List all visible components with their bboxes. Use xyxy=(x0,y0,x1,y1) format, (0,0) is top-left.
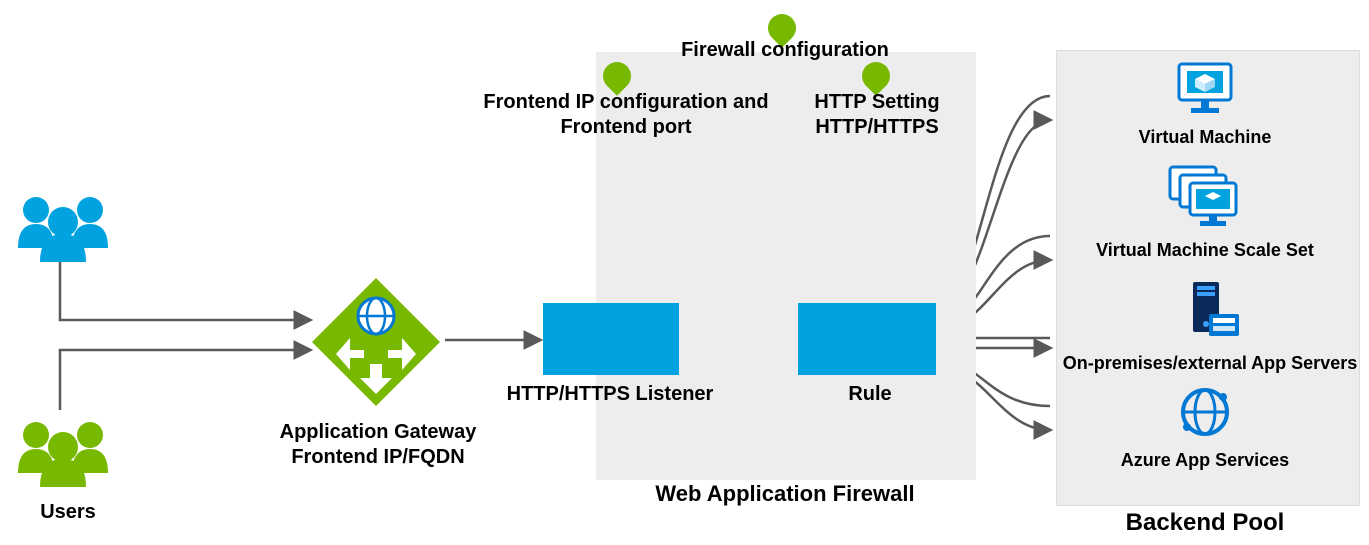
frontend-ip-label: Frontend IP configuration and Frontend p… xyxy=(466,90,786,140)
application-gateway-icon xyxy=(306,272,446,412)
backend-item-vmss-label: Virtual Machine Scale Set xyxy=(1060,240,1350,261)
http-setting-line2: HTTP/HTTPS xyxy=(815,116,938,138)
vmss-icon xyxy=(1166,165,1244,229)
waf-title: Web Application Firewall xyxy=(600,480,970,508)
rule-box xyxy=(798,303,936,375)
http-setting-label: HTTP Setting HTTP/HTTPS xyxy=(792,90,962,140)
frontend-ip-line1: Frontend IP configuration and xyxy=(483,91,768,113)
vm-icon xyxy=(1173,60,1237,116)
arrow-users-top-to-appgw xyxy=(60,260,310,320)
http-setting-line1: HTTP Setting xyxy=(814,91,939,113)
frontend-ip-line2: Frontend port xyxy=(560,116,691,138)
diagram-canvas: Users Application Gateway Frontend IP/FQ… xyxy=(0,0,1369,545)
listener-box xyxy=(543,303,679,375)
backend-item-vm: Virtual Machine xyxy=(1060,60,1350,148)
rule-label: Rule xyxy=(820,382,920,407)
listener-label: HTTP/HTTPS Listener xyxy=(490,382,730,407)
users-label: Users xyxy=(18,500,118,525)
backend-item-vmss: Virtual Machine Scale Set xyxy=(1060,165,1350,261)
users-icon-bottom xyxy=(8,415,118,490)
server-icon xyxy=(1175,280,1245,342)
firewall-config-label: Firewall configuration xyxy=(640,38,930,63)
backend-item-vm-label: Virtual Machine xyxy=(1060,127,1350,148)
users-icon-top xyxy=(8,190,118,265)
appgw-label-line2: Frontend IP/FQDN xyxy=(291,446,464,468)
backend-item-onprem-label: On-premises/external App Servers xyxy=(1060,353,1360,374)
appgw-label: Application Gateway Frontend IP/FQDN xyxy=(258,420,498,470)
backend-item-appsvc: Azure App Services xyxy=(1060,385,1350,471)
app-services-icon xyxy=(1175,385,1235,439)
arrow-users-bottom-to-appgw xyxy=(60,350,310,410)
appgw-label-line1: Application Gateway xyxy=(280,421,477,443)
backend-item-appsvc-label: Azure App Services xyxy=(1060,450,1350,471)
backend-pool-title: Backend Pool xyxy=(1060,508,1350,538)
backend-item-onprem: On-premises/external App Servers xyxy=(1060,280,1360,374)
